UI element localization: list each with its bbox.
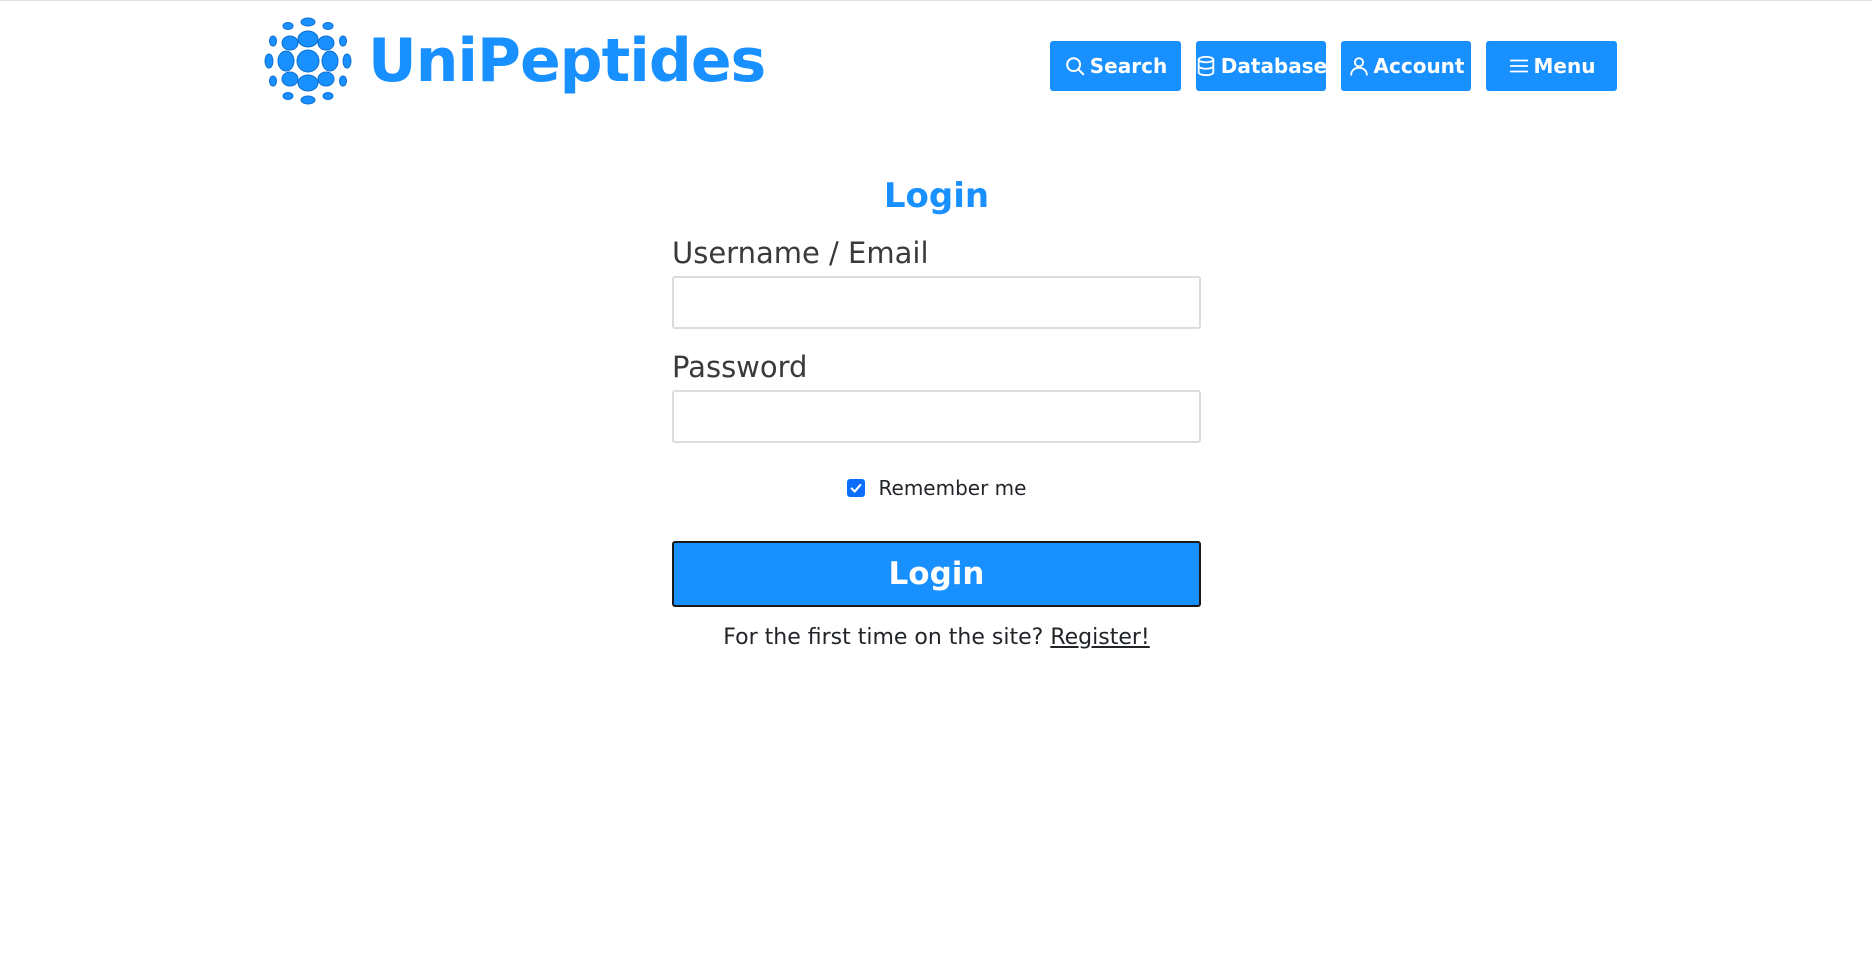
menu-button-label: Menu xyxy=(1533,54,1596,78)
checkmark-icon xyxy=(850,483,861,493)
user-icon xyxy=(1349,57,1368,76)
brand-name: UniPeptides xyxy=(368,26,766,96)
site-header: UniPeptides Search Database Account Menu xyxy=(0,1,1872,111)
register-prompt-text: For the first time on the site? xyxy=(723,625,1044,650)
molecule-sphere-icon xyxy=(264,17,352,105)
database-icon xyxy=(1197,55,1215,77)
username-input[interactable] xyxy=(672,276,1201,329)
remember-me-checkbox[interactable] xyxy=(846,479,865,497)
search-icon xyxy=(1065,57,1085,76)
search-button-label: Search xyxy=(1089,54,1168,78)
hamburger-icon xyxy=(1509,59,1528,73)
account-button[interactable]: Account xyxy=(1341,41,1471,91)
password-label: Password xyxy=(672,350,808,384)
page-title: Login xyxy=(883,176,990,216)
register-link[interactable]: Register! xyxy=(1050,625,1149,650)
username-label: Username / Email xyxy=(672,236,929,270)
login-button[interactable]: Login xyxy=(672,541,1201,607)
brand-home-link[interactable]: UniPeptides xyxy=(262,15,766,107)
page: UniPeptides Search Database Account Menu… xyxy=(0,0,1872,964)
database-button[interactable]: Database xyxy=(1196,41,1328,91)
menu-button[interactable]: Menu xyxy=(1486,41,1617,91)
database-button-label: Database xyxy=(1220,54,1328,78)
login-form: Login Username / Email Password Remember… xyxy=(672,171,1201,653)
register-prompt: For the first time on the site? Register… xyxy=(672,623,1201,653)
password-input[interactable] xyxy=(672,390,1201,443)
remember-me-row: Remember me xyxy=(672,473,1201,503)
main-nav: Search Database Account Menu xyxy=(1050,41,1617,91)
account-button-label: Account xyxy=(1373,54,1465,78)
search-button[interactable]: Search xyxy=(1050,41,1181,91)
remember-me-label[interactable]: Remember me xyxy=(879,476,1027,500)
